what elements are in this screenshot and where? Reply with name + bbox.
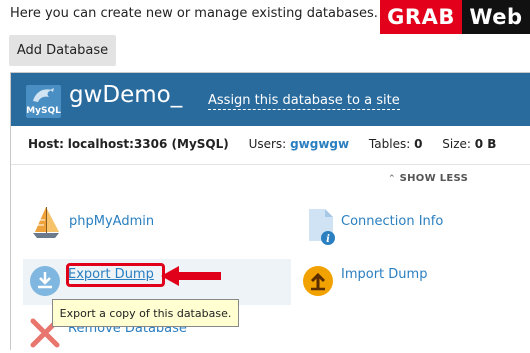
tables-label: Tables:	[368, 137, 411, 151]
upload-icon	[302, 265, 334, 301]
add-database-button[interactable]: Add Database	[9, 35, 116, 66]
intro-text: Here you can create new or manage existi…	[10, 6, 378, 21]
info-divider	[11, 164, 530, 165]
database-info: Host: localhost:3306 (MySQL) Users: gwgw…	[28, 137, 496, 151]
connection-info-label[interactable]: Connection Info	[341, 214, 443, 229]
database-panel-header: MySQL gwDemo_ Assign this database to a …	[11, 73, 530, 126]
mysql-logo-icon: MySQL	[26, 85, 61, 118]
chevron-up-icon: ⌃	[388, 174, 396, 184]
connection-info-tool[interactable]: i Connection Info	[305, 205, 485, 249]
brand-logo-part1: GRAB	[380, 0, 462, 34]
show-less-label: SHOW LESS	[399, 173, 469, 184]
sailboat-icon	[29, 205, 63, 245]
export-dump-tooltip: Export a copy of this database.	[52, 299, 239, 327]
show-less-toggle[interactable]: ⌃ SHOW LESS	[388, 173, 468, 184]
svg-text:i: i	[326, 234, 330, 245]
phpmyadmin-tool[interactable]: phpMyAdmin	[29, 205, 189, 245]
import-dump-tool[interactable]: Import Dump	[302, 263, 462, 299]
download-icon	[29, 265, 61, 301]
brand-logo: GRAB Web	[380, 0, 530, 34]
size-label: Size:	[442, 137, 471, 151]
host-value: localhost:3306 (MySQL)	[67, 137, 229, 151]
phpmyadmin-label[interactable]: phpMyAdmin	[69, 214, 154, 229]
document-info-icon: i	[305, 205, 339, 251]
assign-site-link[interactable]: Assign this database to a site	[208, 93, 400, 110]
database-name: gwDemo_	[69, 82, 183, 108]
size-value: 0 B	[474, 137, 497, 151]
users-label: Users:	[248, 137, 287, 151]
database-panel: MySQL gwDemo_ Assign this database to a …	[10, 72, 530, 350]
mysql-logo-text: MySQL	[26, 106, 61, 116]
red-arrow-icon	[161, 266, 223, 290]
tables-value: 0	[414, 137, 423, 151]
brand-logo-part2: Web	[462, 0, 530, 34]
users-link[interactable]: gwgwgw	[290, 137, 349, 151]
export-dump-highlight-box	[66, 263, 165, 287]
import-dump-label[interactable]: Import Dump	[341, 267, 427, 282]
host-label: Host:	[28, 137, 64, 151]
